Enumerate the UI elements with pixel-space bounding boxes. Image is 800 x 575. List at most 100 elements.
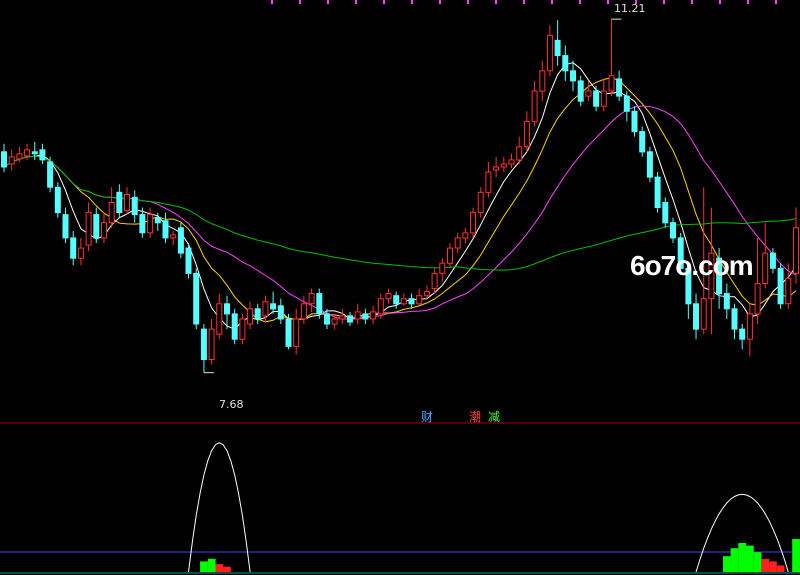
candle-up: [216, 303, 223, 335]
candle-up: [600, 90, 607, 107]
candle-down: [623, 95, 630, 112]
high-price-label: 11.21: [614, 2, 646, 15]
sub-red-bar: [769, 561, 777, 572]
candle-down: [231, 313, 238, 340]
candle-up: [485, 171, 492, 193]
candle-up: [85, 212, 92, 246]
candle-up: [300, 303, 307, 320]
candle-down: [570, 70, 576, 82]
candle-up: [247, 308, 254, 325]
candle-down: [39, 149, 46, 161]
candle-up: [77, 247, 84, 259]
candle-up: [454, 237, 461, 249]
candle-up: [370, 311, 377, 320]
candlestick-chart[interactable]: [0, 0, 800, 575]
candle-down: [554, 39, 561, 57]
candle-up: [531, 90, 538, 122]
ma-line-ma5: [3, 62, 797, 330]
candle-up: [147, 214, 154, 234]
candle-up: [508, 159, 515, 165]
candle-up: [785, 277, 792, 305]
candle-down: [139, 214, 146, 234]
candle-up: [439, 262, 446, 274]
candle-up: [16, 153, 23, 160]
candle-down: [393, 295, 400, 305]
candle-up: [331, 318, 338, 325]
sub-red-bar: [761, 558, 770, 572]
candle-up: [293, 318, 300, 347]
candle-down: [54, 186, 61, 214]
candle-down: [254, 308, 261, 320]
candle-up: [431, 272, 438, 290]
sub-green-bar: [792, 539, 800, 572]
candle-down: [731, 308, 738, 330]
candle-up: [700, 298, 707, 330]
sub-red-bar: [776, 565, 785, 572]
candle-up: [477, 191, 484, 214]
candle-up: [101, 222, 107, 239]
candle-down: [324, 313, 330, 325]
candle-down: [270, 303, 277, 310]
candle-up: [400, 298, 407, 305]
candle-up: [262, 301, 269, 317]
sub-green-bar: [753, 552, 762, 572]
indicator-label-cai[interactable]: 财: [421, 408, 433, 425]
candle-down: [200, 328, 207, 361]
candle-up: [793, 227, 799, 274]
candle-up: [124, 193, 130, 212]
candle-down: [577, 80, 584, 102]
sub-green-bar: [723, 556, 731, 572]
candle-up: [308, 293, 315, 305]
candle-down: [670, 222, 676, 239]
candle-down: [654, 176, 661, 209]
candle-down: [769, 252, 776, 269]
candle-down: [693, 303, 699, 330]
candle-down: [177, 227, 184, 254]
sub-green-bar: [746, 545, 754, 572]
candle-up: [470, 212, 476, 234]
low-price-label: 7.68: [219, 398, 244, 411]
candle-down: [116, 191, 123, 214]
candle-up: [546, 34, 553, 72]
candle-down: [662, 202, 669, 224]
candle-down: [62, 214, 69, 239]
indicator-label-jian[interactable]: 减: [488, 408, 500, 425]
candle-down: [93, 214, 100, 239]
candle-down: [162, 220, 169, 239]
candle-up: [516, 146, 523, 161]
candle-up: [170, 234, 177, 239]
moving-average-lines: [3, 62, 797, 330]
candle-up: [108, 202, 115, 224]
candle-down: [185, 247, 192, 274]
candle-up: [377, 298, 384, 315]
candle-down: [285, 318, 292, 347]
candle-down: [616, 78, 623, 97]
candle-down: [593, 90, 600, 107]
watermark-logo: 6o7o.com: [630, 250, 754, 281]
ma-line-ma10: [3, 77, 797, 323]
sub-white-curve: [188, 442, 251, 573]
candle-up: [746, 313, 753, 340]
candle-up: [24, 149, 31, 157]
candle-down: [646, 151, 653, 178]
candle-down: [224, 303, 230, 315]
stock-chart-window: 6o7o.com 11.21 7.68 财 潮 减: [0, 0, 800, 575]
candle-up: [354, 311, 361, 320]
candle-down: [316, 293, 323, 315]
price-markers: [203, 18, 622, 374]
indicator-label-chao[interactable]: 潮: [469, 408, 481, 425]
candle-down: [193, 272, 200, 325]
top-axis-ticks: [271, 0, 777, 4]
sub-red-bar: [215, 564, 224, 572]
candle-up: [423, 291, 430, 297]
candle-series: [1, 19, 799, 373]
sub-red-bar: [223, 566, 231, 572]
candle-up: [239, 318, 246, 340]
sub-green-bar: [200, 561, 208, 572]
candle-down: [408, 298, 415, 305]
candle-down: [739, 328, 746, 340]
candle-up: [208, 328, 215, 361]
candle-down: [277, 305, 284, 320]
candle-up: [339, 315, 346, 320]
sub-green-bar: [207, 558, 216, 572]
